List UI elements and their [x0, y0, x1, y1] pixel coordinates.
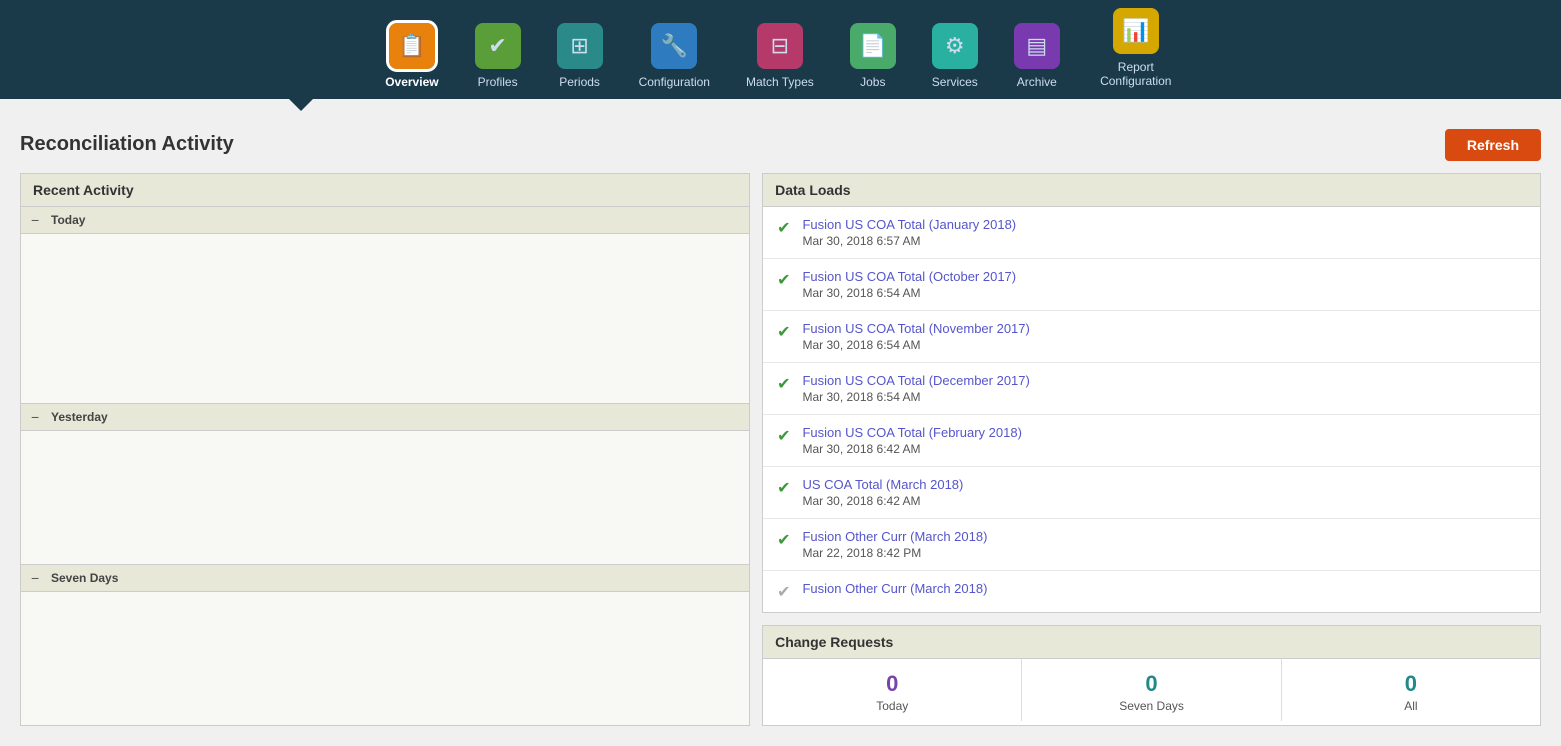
seven-days-toggle-icon: − — [31, 570, 45, 586]
yesterday-label: Yesterday — [51, 410, 108, 424]
nav-item-jobs[interactable]: 📄 Jobs — [832, 23, 914, 99]
data-load-name-2[interactable]: Fusion US COA Total (November 2017) — [802, 321, 1029, 336]
data-load-name-0[interactable]: Fusion US COA Total (January 2018) — [802, 217, 1016, 232]
page-header: Reconciliation Activity Refresh — [0, 111, 1561, 173]
main-content: Recent Activity − Today − Yesterday − Se… — [0, 173, 1561, 746]
data-load-name-6[interactable]: Fusion Other Curr (March 2018) — [802, 529, 987, 544]
data-load-item: ✔ Fusion US COA Total (December 2017) Ma… — [763, 363, 1540, 415]
top-navigation: 📋 Overview ✔ Profiles ⊞ Periods 🔧 Config… — [0, 0, 1561, 99]
check-icon-0: ✔ — [777, 218, 790, 238]
recent-activity-panel: Recent Activity − Today − Yesterday − Se… — [20, 173, 750, 726]
stat-label-today: Today — [876, 699, 908, 713]
data-load-item: ✔ Fusion Other Curr (March 2018) Mar 22,… — [763, 519, 1540, 571]
data-load-item: ✔ US COA Total (March 2018) Mar 30, 2018… — [763, 467, 1540, 519]
archive-icon: ▤ — [1014, 23, 1060, 69]
data-load-item: ✔ Fusion US COA Total (November 2017) Ma… — [763, 311, 1540, 363]
check-icon-3: ✔ — [777, 374, 790, 394]
data-load-date-1: Mar 30, 2018 6:54 AM — [802, 286, 1016, 300]
stat-cell-today: 0 Today — [763, 659, 1022, 721]
stat-value-all: 0 — [1405, 671, 1417, 697]
nav-label-report-config: Report Configuration — [1096, 60, 1176, 89]
nav-item-overview[interactable]: 📋 Overview — [367, 23, 456, 99]
data-load-name-1[interactable]: Fusion US COA Total (October 2017) — [802, 269, 1016, 284]
today-label: Today — [51, 213, 85, 227]
data-load-date-0: Mar 30, 2018 6:57 AM — [802, 234, 1016, 248]
nav-label-configuration: Configuration — [639, 75, 710, 89]
nav-item-match-types[interactable]: ⊟ Match Types — [728, 23, 832, 99]
data-load-date-5: Mar 30, 2018 6:42 AM — [802, 494, 963, 508]
nav-label-match-types: Match Types — [746, 75, 814, 89]
nav-label-periods: Periods — [559, 75, 600, 89]
stat-value-today: 0 — [886, 671, 898, 697]
stat-cell-all: 0 All — [1282, 659, 1540, 721]
right-panel: Data Loads ✔ Fusion US COA Total (Januar… — [762, 173, 1541, 726]
nav-label-services: Services — [932, 75, 978, 89]
data-load-item: ✔ Fusion US COA Total (October 2017) Mar… — [763, 259, 1540, 311]
nav-item-configuration[interactable]: 🔧 Configuration — [621, 23, 728, 99]
data-load-item: ✔ Fusion US COA Total (February 2018) Ma… — [763, 415, 1540, 467]
seven-days-label: Seven Days — [51, 571, 118, 585]
periods-icon: ⊞ — [557, 23, 603, 69]
yesterday-toggle-icon: − — [31, 409, 45, 425]
nav-item-profiles[interactable]: ✔ Profiles — [457, 23, 539, 99]
stat-label-seven-days: Seven Days — [1119, 699, 1184, 713]
nav-item-archive[interactable]: ▤ Archive — [996, 23, 1078, 99]
stat-cell-seven-days: 0 Seven Days — [1022, 659, 1281, 721]
recent-activity-header: Recent Activity — [21, 174, 749, 207]
check-icon-2: ✔ — [777, 322, 790, 342]
check-icon-4: ✔ — [777, 426, 790, 446]
today-toggle-icon: − — [31, 212, 45, 228]
today-content — [21, 234, 749, 404]
data-loads-panel: Data Loads ✔ Fusion US COA Total (Januar… — [762, 173, 1541, 613]
check-icon-5: ✔ — [777, 478, 790, 498]
nav-item-services[interactable]: ⚙ Services — [914, 23, 996, 99]
services-icon: ⚙ — [932, 23, 978, 69]
refresh-button[interactable]: Refresh — [1445, 129, 1541, 161]
stat-value-seven-days: 0 — [1145, 671, 1157, 697]
check-icon-1: ✔ — [777, 270, 790, 290]
nav-label-archive: Archive — [1017, 75, 1057, 89]
nav-item-periods[interactable]: ⊞ Periods — [539, 23, 621, 99]
profiles-icon: ✔ — [475, 23, 521, 69]
stat-label-all: All — [1404, 699, 1417, 713]
check-icon-6: ✔ — [777, 530, 790, 550]
yesterday-content — [21, 431, 749, 565]
change-requests-panel: Change Requests 0 Today 0 Seven Days 0 A… — [762, 625, 1541, 726]
nav-item-report-config[interactable]: 📊 Report Configuration — [1078, 8, 1194, 99]
nav-label-overview: Overview — [385, 75, 438, 89]
jobs-icon: 📄 — [850, 23, 896, 69]
check-icon-7: ✔ — [777, 582, 790, 602]
overview-icon: 📋 — [389, 23, 435, 69]
seven-days-content — [21, 592, 749, 725]
yesterday-section-row[interactable]: − Yesterday — [21, 404, 749, 431]
change-requests-header: Change Requests — [763, 626, 1540, 659]
data-load-name-4[interactable]: Fusion US COA Total (February 2018) — [802, 425, 1021, 440]
data-load-name-7[interactable]: Fusion Other Curr (March 2018) — [802, 581, 987, 596]
nav-label-jobs: Jobs — [860, 75, 885, 89]
page-title: Reconciliation Activity — [20, 133, 234, 156]
seven-days-section-row[interactable]: − Seven Days — [21, 565, 749, 592]
data-load-date-4: Mar 30, 2018 6:42 AM — [802, 442, 1021, 456]
nav-label-profiles: Profiles — [478, 75, 518, 89]
data-load-item: ✔ Fusion Other Curr (March 2018) — [763, 571, 1540, 612]
report-config-icon: 📊 — [1113, 8, 1159, 54]
match-types-icon: ⊟ — [757, 23, 803, 69]
data-load-date-2: Mar 30, 2018 6:54 AM — [802, 338, 1029, 352]
change-stats: 0 Today 0 Seven Days 0 All — [763, 659, 1540, 721]
data-loads-list[interactable]: ✔ Fusion US COA Total (January 2018) Mar… — [763, 207, 1540, 612]
configuration-icon: 🔧 — [651, 23, 697, 69]
data-load-name-5[interactable]: US COA Total (March 2018) — [802, 477, 963, 492]
today-section-row[interactable]: − Today — [21, 207, 749, 234]
data-load-item: ✔ Fusion US COA Total (January 2018) Mar… — [763, 207, 1540, 259]
data-load-name-3[interactable]: Fusion US COA Total (December 2017) — [802, 373, 1029, 388]
data-loads-header: Data Loads — [763, 174, 1540, 207]
data-load-date-6: Mar 22, 2018 8:42 PM — [802, 546, 987, 560]
data-load-date-3: Mar 30, 2018 6:54 AM — [802, 390, 1029, 404]
